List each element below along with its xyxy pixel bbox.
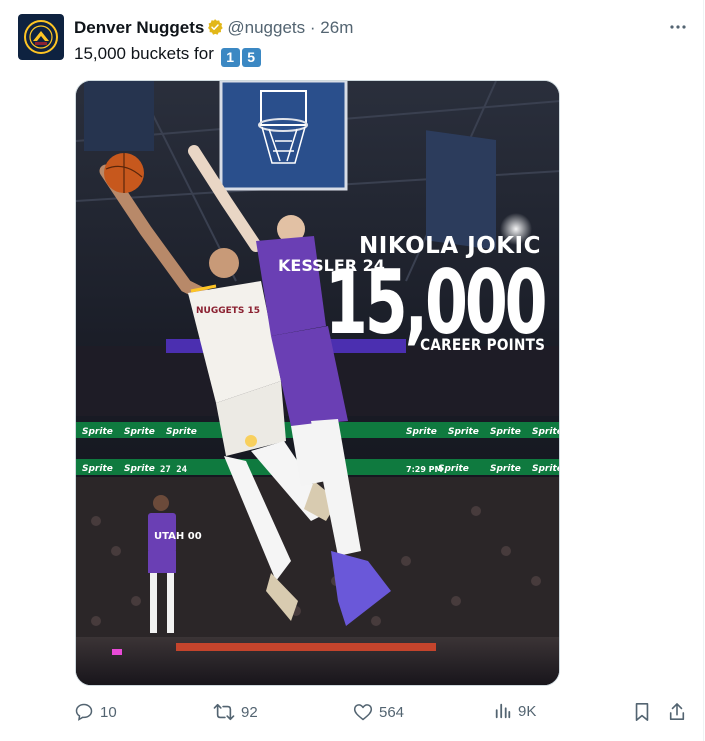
sprite-signage: Sprite	[406, 427, 437, 437]
sprite-signage: Sprite	[490, 464, 521, 474]
like-button[interactable]: 564	[353, 702, 404, 722]
nuggets-jersey-text: NUGGETS 15	[196, 306, 260, 316]
separator-dot: ·	[309, 18, 316, 37]
avatar[interactable]	[18, 14, 64, 60]
sprite-signage: Sprite	[124, 464, 155, 474]
arena-scoreboard: 27 24	[160, 465, 188, 475]
game-photo: Sprite Sprite Sprite Sprite Sprite Sprit…	[76, 81, 560, 685]
overlay-caption: CAREER POINTS	[419, 335, 545, 354]
share-icon	[669, 703, 685, 721]
sprite-signage: Sprite	[124, 427, 155, 437]
reply-count: 10	[100, 703, 117, 721]
nuggets-logo-icon	[24, 20, 58, 54]
sprite-signage: Sprite	[532, 427, 560, 437]
timestamp[interactable]: 26m	[320, 18, 353, 37]
repost-button[interactable]: 92	[213, 702, 258, 722]
repost-icon	[213, 703, 235, 721]
sprite-signage: Sprite	[448, 427, 479, 437]
keycap-emoji: 5	[241, 47, 261, 67]
more-options-icon[interactable]	[666, 17, 690, 37]
sprite-signage: Sprite	[490, 427, 521, 437]
sprite-signage: Sprite	[438, 464, 469, 474]
repost-count: 92	[241, 703, 258, 721]
tweet-actions: 10 92 564 9K	[0, 700, 705, 730]
tweet-card[interactable]: Denver Nuggets @nuggets · 26m 15,000 buc…	[0, 0, 704, 741]
author-name[interactable]: Denver Nuggets	[74, 18, 204, 37]
reply-button[interactable]: 10	[74, 702, 117, 722]
sprite-signage: Sprite	[82, 464, 113, 474]
tweet-media-image[interactable]: Sprite Sprite Sprite Sprite Sprite Sprit…	[75, 80, 560, 686]
tweet-text-body: 15,000 buckets for	[74, 44, 219, 63]
reply-icon	[75, 703, 93, 721]
share-button[interactable]	[668, 702, 692, 722]
views-count: 9K	[518, 702, 537, 720]
bookmark-button[interactable]	[633, 702, 657, 722]
tweet-text: 15,000 buckets for 15	[74, 44, 261, 67]
sprite-signage: Sprite	[532, 464, 560, 474]
tweet-header: Denver Nuggets @nuggets · 26m	[74, 18, 353, 41]
views-chart-icon	[495, 703, 511, 719]
sprite-signage: Sprite	[82, 427, 113, 437]
verified-badge-icon	[206, 18, 224, 41]
bookmark-icon	[635, 703, 649, 721]
keycap-emoji: 1	[220, 47, 240, 67]
author-handle[interactable]: @nuggets	[227, 18, 305, 37]
sprite-signage: Sprite	[166, 427, 197, 437]
heart-icon	[353, 704, 373, 721]
views-button[interactable]: 9K	[494, 702, 536, 720]
like-count: 564	[379, 703, 405, 721]
utah-jersey-text: UTAH 00	[154, 531, 202, 542]
